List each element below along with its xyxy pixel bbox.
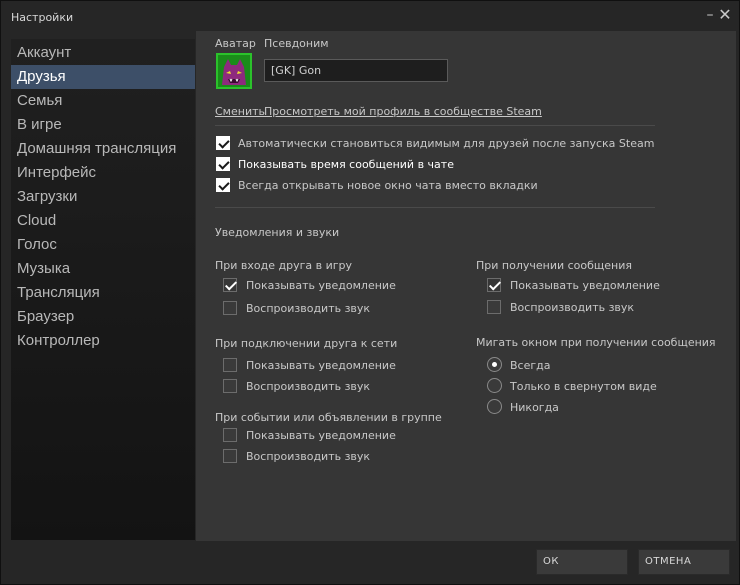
divider — [215, 207, 655, 208]
avatar-image — [218, 55, 250, 87]
message-received-sound-checkbox[interactable] — [487, 300, 501, 314]
group-event-show-label: Показывать уведомление — [246, 429, 396, 442]
flash-always-radio[interactable] — [487, 357, 502, 372]
friend-online-show-label: Показывать уведомление — [246, 359, 396, 372]
message-received-show-checkbox[interactable] — [487, 278, 501, 292]
title-bar[interactable]: Настройки – ✕ — [1, 1, 739, 33]
sidebar-item-friends[interactable]: Друзья — [11, 65, 195, 89]
flash-minimized-radio[interactable] — [487, 378, 502, 393]
message-received-title: При получении сообщения — [476, 259, 632, 272]
flash-minimized-label: Только в свернутом виде — [510, 380, 657, 393]
sidebar-item-voice[interactable]: Голос — [11, 233, 195, 257]
flash-window-title: Мигать окном при получении сообщения — [476, 336, 716, 349]
close-icon[interactable]: ✕ — [718, 7, 732, 23]
ok-button[interactable]: ОК — [536, 549, 628, 575]
friend-joins-game-title: При входе друга в игру — [215, 259, 353, 272]
settings-window: Настройки – ✕ Аккаунт Друзья Семья В игр… — [0, 0, 740, 585]
settings-sidebar: Аккаунт Друзья Семья В игре Домашняя тра… — [11, 39, 195, 540]
sidebar-item-home-streaming[interactable]: Домашняя трансляция — [11, 137, 195, 161]
nickname-label: Псевдоним — [264, 37, 329, 50]
show-timestamps-label: Показывать время сообщений в чате — [238, 158, 454, 171]
nickname-input[interactable]: [GK] Gon — [264, 59, 448, 82]
friend-online-sound-checkbox[interactable] — [223, 379, 237, 393]
auto-visible-checkbox[interactable] — [216, 136, 230, 150]
sidebar-item-downloads[interactable]: Загрузки — [11, 185, 195, 209]
friends-settings-panel: Аватар Псевдоним [GK] Gon Сменить Просмо… — [196, 31, 736, 541]
auto-visible-label: Автоматически становиться видимым для др… — [238, 137, 655, 150]
group-event-show-checkbox[interactable] — [223, 428, 237, 442]
flash-never-radio[interactable] — [487, 399, 502, 414]
avatar[interactable] — [216, 53, 252, 89]
divider — [215, 125, 655, 126]
group-event-sound-label: Воспроизводить звук — [246, 450, 371, 463]
sidebar-item-controller[interactable]: Контроллер — [11, 329, 195, 353]
flash-never-label: Никогда — [510, 401, 559, 414]
notifications-section-title: Уведомления и звуки — [215, 226, 340, 239]
sidebar-item-music[interactable]: Музыка — [11, 257, 195, 281]
group-event-sound-checkbox[interactable] — [223, 449, 237, 463]
message-received-sound-label: Воспроизводить звук — [510, 301, 635, 314]
window-title: Настройки — [11, 11, 74, 24]
view-profile-link[interactable]: Просмотреть мой профиль в сообществе Ste… — [264, 105, 542, 118]
friend-joins-game-show-checkbox[interactable] — [223, 278, 237, 292]
friend-online-show-checkbox[interactable] — [223, 358, 237, 372]
sidebar-item-in-game[interactable]: В игре — [11, 113, 195, 137]
friend-joins-game-sound-checkbox[interactable] — [223, 301, 237, 315]
sidebar-item-broadcasting[interactable]: Трансляция — [11, 281, 195, 305]
minimize-icon[interactable]: – — [703, 7, 717, 23]
friend-online-sound-label: Воспроизводить звук — [246, 380, 371, 393]
message-received-show-label: Показывать уведомление — [510, 279, 660, 292]
group-event-title: При событии или объявлении в группе — [215, 411, 442, 424]
sidebar-item-cloud[interactable]: Cloud — [11, 209, 195, 233]
avatar-label: Аватар — [215, 37, 256, 50]
new-window-chat-label: Всегда открывать новое окно чата вместо … — [238, 179, 538, 192]
friend-joins-game-show-label: Показывать уведомление — [246, 279, 396, 292]
flash-always-label: Всегда — [510, 359, 551, 372]
sidebar-item-browser[interactable]: Браузер — [11, 305, 195, 329]
sidebar-item-family[interactable]: Семья — [11, 89, 195, 113]
friend-joins-game-sound-label: Воспроизводить звук — [246, 302, 371, 315]
sidebar-item-account[interactable]: Аккаунт — [11, 41, 195, 65]
change-avatar-link[interactable]: Сменить — [215, 105, 265, 118]
cancel-button[interactable]: ОТМЕНА — [638, 549, 730, 575]
sidebar-item-interface[interactable]: Интерфейс — [11, 161, 195, 185]
show-timestamps-checkbox[interactable] — [216, 157, 230, 171]
friend-online-title: При подключении друга к сети — [215, 337, 398, 350]
new-window-chat-checkbox[interactable] — [216, 178, 230, 192]
